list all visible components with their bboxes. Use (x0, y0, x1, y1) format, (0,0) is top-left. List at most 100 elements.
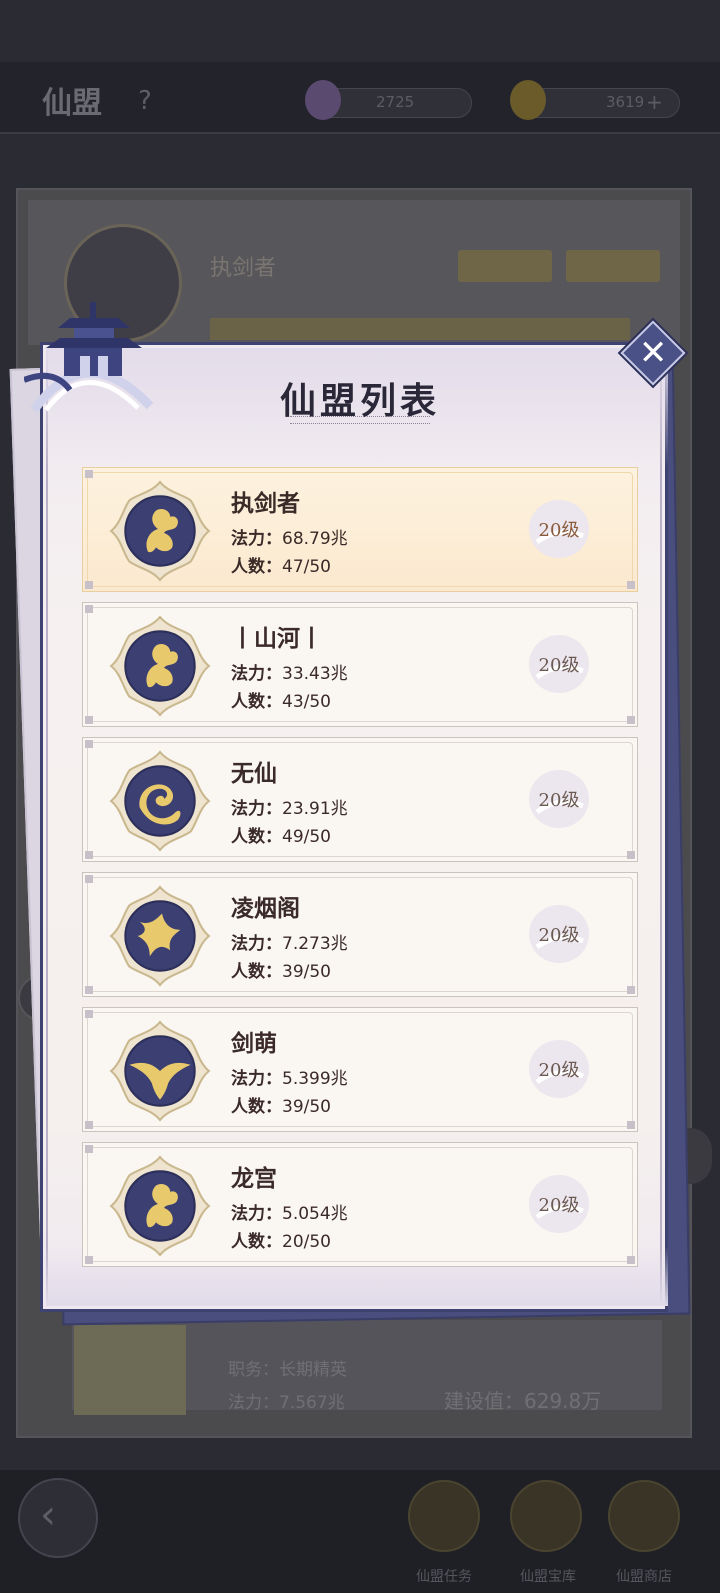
card-corner-decoration (85, 1145, 93, 1153)
alliance-members: 人数：39/50 (231, 957, 331, 982)
card-corner-decoration (85, 851, 93, 859)
alliance-name: 丨山河丨 (231, 625, 323, 652)
card-corner-decoration (85, 605, 93, 613)
guild-name: 执剑者 (210, 256, 277, 281)
alliance-card[interactable]: 执剑者 法力：68.79兆 人数：47/50 20级 (82, 467, 638, 592)
power-label: 法力： (231, 1069, 282, 1089)
nav-task-label: 仙盟任务 (416, 1569, 472, 1585)
alliance-card[interactable]: 凌烟阁 法力：7.273兆 人数：39/50 20级 (82, 872, 638, 997)
members-label: 人数： (231, 827, 282, 847)
level-badge: 20级 (523, 901, 595, 967)
alliance-card[interactable]: 龙宫 法力：5.054兆 人数：20/50 20级 (82, 1142, 638, 1267)
alliance-power: 法力：7.273兆 (231, 929, 348, 954)
members-label: 人数： (231, 1097, 282, 1117)
members-label: 人数： (231, 1232, 282, 1252)
alliance-members: 人数：39/50 (231, 1092, 331, 1117)
members-value: 43/50 (282, 692, 331, 712)
bird-icon (109, 1020, 211, 1122)
power-value: 5.054兆 (282, 1204, 348, 1224)
members-value: 39/50 (282, 962, 331, 982)
alliance-members: 人数：20/50 (231, 1227, 331, 1252)
power-label: 法力： (231, 934, 282, 954)
power-value: 7.273兆 (282, 934, 348, 954)
nav-task-button[interactable] (408, 1480, 480, 1552)
alliance-card[interactable]: 丨山河丨 法力：33.43兆 人数：43/50 20级 (82, 602, 638, 727)
gem-icon (305, 80, 341, 120)
card-corner-decoration (85, 1256, 93, 1264)
power-value: 23.91兆 (282, 799, 348, 819)
card-corner-decoration (85, 875, 93, 883)
guild-progress-bar (210, 318, 630, 340)
card-corner-decoration (85, 1121, 93, 1129)
alliance-power: 法力：33.43兆 (231, 659, 348, 684)
alliance-name: 执剑者 (231, 490, 300, 517)
phoenix-icon (109, 885, 211, 987)
nav-treasury-label: 仙盟宝库 (520, 1569, 576, 1585)
resource-value-1: 2725 (376, 93, 415, 111)
members-value: 47/50 (282, 557, 331, 577)
level-badge: 20级 (523, 1171, 595, 1237)
members-label: 人数： (231, 692, 282, 712)
alliance-name: 龙宫 (231, 1165, 277, 1192)
members-value: 20/50 (282, 1232, 331, 1252)
member-power: 法力：7.567兆 (228, 1393, 345, 1413)
nav-shop-button[interactable] (608, 1480, 680, 1552)
level-text: 20级 (538, 1195, 580, 1216)
card-corner-decoration (85, 470, 93, 478)
level-text: 20级 (538, 1060, 580, 1081)
card-corner-decoration (627, 716, 635, 724)
alliance-members: 人数：43/50 (231, 687, 331, 712)
level-badge: 20级 (523, 631, 595, 697)
power-label: 法力： (231, 799, 282, 819)
back-arrow-icon: ‹ (40, 1492, 56, 1538)
title-ornament (290, 416, 430, 424)
nav-treasury-button[interactable] (510, 1480, 582, 1552)
level-text: 20级 (538, 655, 580, 676)
add-resource-button[interactable]: + (646, 90, 663, 114)
dragon-icon (109, 615, 211, 717)
alliance-name: 无仙 (231, 760, 277, 787)
card-corner-decoration (85, 716, 93, 724)
alliance-name: 凌烟阁 (231, 895, 300, 922)
lightning-icon (510, 80, 546, 120)
alliance-power: 法力：5.054兆 (231, 1199, 348, 1224)
alliance-card[interactable]: 无仙 法力：23.91兆 人数：49/50 20级 (82, 737, 638, 862)
members-value: 49/50 (282, 827, 331, 847)
manage-button[interactable] (458, 250, 552, 282)
power-value: 33.43兆 (282, 664, 348, 684)
member-role: 职务：长期精英 (228, 1360, 347, 1380)
screen-title: 仙盟 (42, 86, 102, 121)
power-value: 5.399兆 (282, 1069, 348, 1089)
card-corner-decoration (85, 740, 93, 748)
alliance-list: 执剑者 法力：68.79兆 人数：47/50 20级 丨山河丨 法力：33.43… (82, 467, 638, 1277)
alliance-members: 人数：47/50 (231, 552, 331, 577)
members-label: 人数： (231, 962, 282, 982)
card-corner-decoration (627, 1121, 635, 1129)
member-avatar (74, 1325, 186, 1415)
coiled-dragon-icon (109, 750, 211, 852)
alliance-name: 剑萌 (231, 1030, 277, 1057)
card-corner-decoration (627, 1256, 635, 1264)
log-button[interactable] (566, 250, 660, 282)
nav-shop-label: 仙盟商店 (616, 1569, 672, 1585)
card-corner-decoration (627, 581, 635, 589)
alliance-card[interactable]: 剑萌 法力：5.399兆 人数：39/50 20级 (82, 1007, 638, 1132)
back-button[interactable] (18, 1478, 98, 1558)
alliance-power: 法力：68.79兆 (231, 524, 348, 549)
resource-value-2: 3619 (606, 93, 645, 111)
power-label: 法力： (231, 664, 282, 684)
level-badge: 20级 (523, 766, 595, 832)
level-badge: 20级 (523, 1036, 595, 1102)
level-text: 20级 (538, 790, 580, 811)
help-icon[interactable]: ? (138, 86, 152, 116)
alliance-members: 人数：49/50 (231, 822, 331, 847)
members-value: 39/50 (282, 1097, 331, 1117)
power-value: 68.79兆 (282, 529, 348, 549)
level-text: 20级 (538, 520, 580, 541)
card-corner-decoration (85, 1010, 93, 1018)
card-corner-decoration (627, 986, 635, 994)
level-badge: 20级 (523, 496, 595, 562)
power-label: 法力： (231, 529, 282, 549)
alliance-power: 法力：5.399兆 (231, 1064, 348, 1089)
members-label: 人数： (231, 557, 282, 577)
